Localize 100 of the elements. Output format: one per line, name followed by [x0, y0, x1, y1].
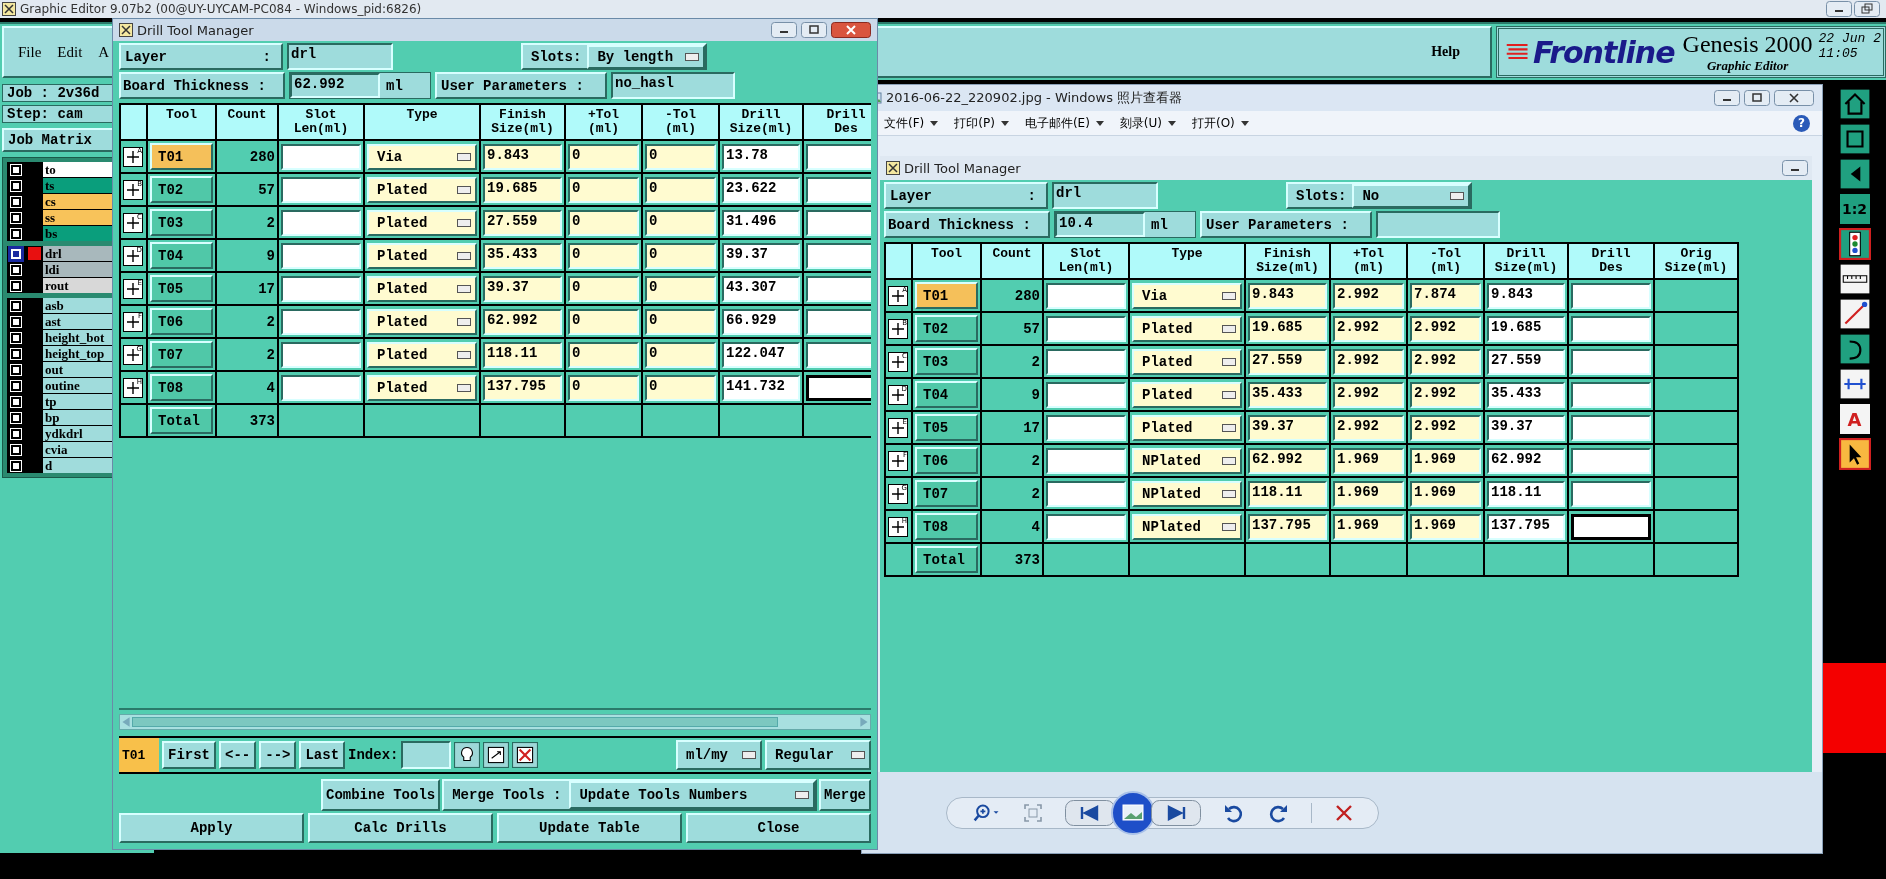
drill-size-field[interactable]: 39.37 — [722, 242, 800, 269]
layer-checkbox[interactable] — [11, 196, 21, 207]
type-dropdown[interactable]: NPlated — [1132, 513, 1242, 540]
swap-icon[interactable] — [483, 742, 510, 768]
drill-size-field[interactable]: 122.047 — [722, 341, 800, 368]
tool-button[interactable]: T08 — [150, 374, 213, 401]
navigation-button[interactable]: --> — [259, 741, 297, 769]
user-parameters-field[interactable]: no_hasl — [611, 72, 735, 99]
menu-item[interactable]: 刻录(U) — [1119, 114, 1176, 132]
type-dropdown[interactable]: Via — [1132, 282, 1242, 309]
tool-button[interactable]: T01 — [915, 282, 978, 309]
previous-icon[interactable] — [1065, 799, 1115, 826]
finish-size-field[interactable]: 39.37 — [483, 275, 562, 302]
action-button[interactable]: Apply — [119, 813, 304, 843]
layer-checkbox[interactable] — [11, 180, 21, 191]
help-button[interactable]: ? — [1793, 114, 1810, 132]
plus-tolerance-field[interactable]: 1.969 — [1333, 513, 1404, 540]
type-dropdown[interactable]: Plated — [367, 374, 477, 401]
tool-button[interactable]: T06 — [150, 308, 213, 335]
tool-button[interactable]: T04 — [150, 242, 213, 269]
type-dropdown[interactable]: Plated — [367, 176, 477, 203]
finish-size-field[interactable]: 9.843 — [1248, 282, 1327, 309]
plus-tolerance-field[interactable]: 0 — [568, 341, 639, 368]
minimize-icon[interactable] — [771, 22, 797, 38]
drill-size-field[interactable]: 62.992 — [1487, 447, 1565, 474]
tool-button[interactable]: T08 — [915, 513, 978, 540]
layer-checkbox[interactable] — [11, 280, 21, 291]
drill-size-field[interactable]: 66.929 — [722, 308, 800, 335]
merge-option-dropdown[interactable]: Update Tools Numbers — [569, 781, 815, 809]
plus-tolerance-field[interactable]: 1.969 — [1333, 447, 1404, 474]
mode-dropdown[interactable]: Regular — [765, 740, 871, 770]
finish-size-field[interactable]: 39.37 — [1248, 414, 1327, 441]
curve-icon[interactable] — [1838, 333, 1871, 365]
frame-icon[interactable] — [1838, 123, 1871, 155]
layer-checkbox[interactable] — [11, 412, 21, 423]
total-button[interactable]: Total — [150, 407, 213, 434]
minus-tolerance-field[interactable]: 1.969 — [1410, 480, 1481, 507]
tool-button[interactable]: T03 — [915, 348, 978, 375]
user-parameters-field[interactable] — [1376, 211, 1500, 238]
maximize-icon[interactable] — [801, 22, 827, 38]
minus-tolerance-field[interactable]: 0 — [645, 275, 716, 302]
layer-checkbox[interactable] — [11, 332, 21, 343]
tool-button[interactable]: T02 — [915, 315, 978, 342]
menu-item[interactable]: 文件(F) — [884, 114, 939, 132]
minus-tolerance-field[interactable]: 7.874 — [1410, 282, 1481, 309]
layer-checkbox[interactable] — [11, 228, 21, 239]
plus-tolerance-field[interactable]: 0 — [568, 275, 639, 302]
menu-item[interactable]: 打印(P) — [954, 114, 1009, 132]
minus-tolerance-field[interactable]: 2.992 — [1410, 348, 1481, 375]
measure-icon[interactable] — [1838, 368, 1871, 400]
plus-tolerance-field[interactable]: 2.992 — [1333, 282, 1404, 309]
finish-size-field[interactable]: 19.685 — [483, 176, 562, 203]
finish-size-field[interactable]: 27.559 — [483, 209, 562, 236]
finish-size-field[interactable]: 137.795 — [483, 374, 562, 401]
layer-checkbox[interactable] — [11, 300, 21, 311]
close-icon[interactable] — [1774, 90, 1814, 106]
drill-size-field[interactable]: 27.559 — [1487, 348, 1565, 375]
finish-size-field[interactable]: 35.433 — [1248, 381, 1327, 408]
minimize-icon[interactable] — [1782, 160, 1808, 176]
navigation-button[interactable]: <-- — [219, 741, 257, 769]
tool-button[interactable]: T07 — [150, 341, 213, 368]
index-field[interactable] — [401, 741, 452, 769]
plus-tolerance-field[interactable]: 0 — [568, 209, 639, 236]
thickness-field[interactable]: 10.4 — [1055, 212, 1145, 237]
minus-tolerance-field[interactable]: 0 — [645, 143, 716, 170]
restore-icon[interactable] — [1854, 1, 1880, 17]
finish-size-field[interactable]: 27.559 — [1248, 348, 1327, 375]
layer-checkbox[interactable] — [11, 380, 21, 391]
minus-tolerance-field[interactable]: 1.969 — [1410, 447, 1481, 474]
delete-icon[interactable] — [512, 742, 539, 768]
plus-tolerance-field[interactable]: 1.969 — [1333, 480, 1404, 507]
traffic-light-icon[interactable] — [1838, 228, 1871, 260]
tool-button[interactable]: T02 — [150, 176, 213, 203]
tool-button[interactable]: T06 — [915, 447, 978, 474]
drill-size-field[interactable]: 35.433 — [1487, 381, 1565, 408]
tool-button[interactable]: T05 — [150, 275, 213, 302]
minimize-icon[interactable] — [1714, 90, 1740, 106]
type-dropdown[interactable]: NPlated — [1132, 447, 1242, 474]
merge-button[interactable]: Merge — [819, 779, 871, 811]
maximize-icon[interactable] — [1744, 90, 1770, 106]
type-dropdown[interactable]: Plated — [1132, 348, 1242, 375]
minus-tolerance-field[interactable]: 0 — [645, 374, 716, 401]
minus-tolerance-field[interactable]: 0 — [645, 242, 716, 269]
drill-size-field[interactable]: 19.685 — [1487, 315, 1565, 342]
type-dropdown[interactable]: Plated — [1132, 414, 1242, 441]
drill-size-field[interactable]: 141.732 — [722, 374, 800, 401]
ruler-icon[interactable] — [1838, 263, 1871, 295]
action-button[interactable]: Update Table — [497, 813, 682, 843]
help-menu[interactable]: Help — [1431, 44, 1460, 60]
navigation-button[interactable]: Last — [299, 741, 346, 769]
cursor-icon[interactable] — [1838, 438, 1871, 470]
type-dropdown[interactable]: Via — [367, 143, 477, 170]
plus-tolerance-field[interactable]: 2.992 — [1333, 315, 1404, 342]
finish-size-field[interactable]: 118.11 — [1248, 480, 1327, 507]
total-button[interactable]: Total — [915, 546, 978, 573]
drill-size-field[interactable]: 43.307 — [722, 275, 800, 302]
layer-checkbox[interactable] — [11, 212, 21, 223]
type-dropdown[interactable]: Plated — [367, 242, 477, 269]
scale-button[interactable]: 1:2 — [1838, 193, 1871, 225]
drill-size-field[interactable]: 9.843 — [1487, 282, 1565, 309]
